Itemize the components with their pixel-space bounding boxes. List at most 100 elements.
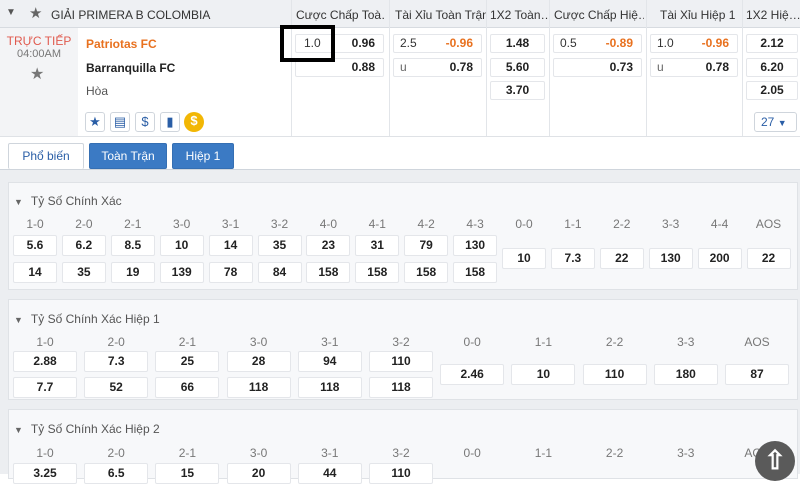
away-team[interactable]: Barranquilla FC <box>86 61 175 75</box>
odds-cell[interactable]: 110 <box>582 364 647 385</box>
score-label: 3-1 <box>321 446 339 460</box>
league-name: GIẢI PRIMERA B COLOMBIA <box>51 8 211 22</box>
score-label: 2-0 <box>107 335 125 349</box>
home-team[interactable]: Patriotas FC <box>86 37 157 51</box>
odds-cell[interactable]: 66 <box>155 377 220 398</box>
score-label: 3-2 <box>270 217 289 231</box>
collapse-chevron-icon[interactable]: ▼ <box>6 8 16 18</box>
odds-cell[interactable]: 6.2 <box>61 235 106 256</box>
score-label: 1-0 <box>26 217 44 231</box>
odds-cell[interactable]: 7.3 <box>550 248 595 269</box>
h1-over-odds[interactable]: 1.0 -0.96 <box>650 34 738 53</box>
odds-cell[interactable]: 28 <box>226 351 291 372</box>
odds-cell[interactable]: 8.5 <box>110 235 155 256</box>
odds-cell[interactable]: 23 <box>306 235 351 256</box>
odds-cell[interactable]: 139 <box>159 262 204 283</box>
odds-cell[interactable]: 158 <box>453 262 498 283</box>
highlight-box <box>280 25 335 62</box>
odds-dollar-icon[interactable]: $ <box>135 112 155 132</box>
ft-1x2-draw[interactable]: 3.70 <box>490 81 545 100</box>
bar-chart-icon[interactable]: ▮ <box>160 112 180 132</box>
odds-cell[interactable]: 158 <box>404 262 449 283</box>
odds-cell[interactable]: 180 <box>653 364 718 385</box>
ft-under-odds[interactable]: u 0.78 <box>393 58 482 77</box>
odds-cell[interactable]: 10 <box>502 248 546 269</box>
score-label: AOS <box>744 335 770 349</box>
odds-cell[interactable]: 35 <box>61 262 106 283</box>
odds-cell[interactable]: 25 <box>155 351 220 372</box>
score-label: 4-0 <box>319 217 338 231</box>
score-label: 3-2 <box>392 335 410 349</box>
odds-cell[interactable]: 52 <box>84 377 149 398</box>
h1-1x2-draw[interactable]: 2.05 <box>746 81 798 100</box>
score-label: 3-0 <box>249 446 268 460</box>
score-label: 3-3 <box>677 446 695 460</box>
score-label: 0-0 <box>463 335 481 349</box>
tab-first-half[interactable]: Hiệp 1 <box>172 143 234 169</box>
odds-cell[interactable]: 22 <box>599 248 644 269</box>
col-ft-handicap: Cược Chấp Toà… <box>296 8 384 22</box>
statistics-list-icon[interactable]: ▤ <box>110 112 130 132</box>
col-h1-over-under: Tài Xỉu Hiệp 1 <box>660 8 736 22</box>
odds-cell[interactable]: 19 <box>110 262 155 283</box>
tab-popular[interactable]: Phổ biến <box>8 143 84 169</box>
odds-cell[interactable]: 94 <box>297 351 362 372</box>
section-title-correct-score-h2[interactable]: ▼ Tỷ Số Chính Xác Hiệp 2 <box>14 422 160 436</box>
odds-cell[interactable]: 158 <box>355 262 400 283</box>
league-header: ▼ ★ GIẢI PRIMERA B COLOMBIA Cược Chấp To… <box>0 0 800 28</box>
odds-cell[interactable]: 78 <box>208 262 253 283</box>
odds-cell[interactable]: 10 <box>511 364 576 385</box>
chevron-down-icon: ▼ <box>14 197 23 207</box>
score-label: 3-1 <box>221 217 240 231</box>
odds-cell[interactable]: 7.7 <box>13 377 77 398</box>
h1-under-odds[interactable]: u 0.78 <box>650 58 738 77</box>
score-label: 1-0 <box>36 335 54 349</box>
score-label: AOS <box>755 217 782 231</box>
odds-cell[interactable]: 31 <box>355 235 400 256</box>
scroll-to-top-icon[interactable]: ⇧ <box>755 441 795 481</box>
odds-cell[interactable]: 130 <box>648 248 693 269</box>
odds-cell[interactable]: 79 <box>404 235 449 256</box>
score-label: 2-2 <box>605 335 624 349</box>
cashout-coin-icon[interactable]: $ <box>184 112 204 132</box>
h1-hdp-away-odds[interactable]: 0.73 <box>553 58 642 77</box>
odds-cell[interactable]: 130 <box>453 235 498 256</box>
h1-1x2-away[interactable]: 6.20 <box>746 58 798 77</box>
favorite-star-button-icon[interactable]: ★ <box>85 112 105 132</box>
odds-cell[interactable]: 118 <box>226 377 291 398</box>
score-label: 4-2 <box>417 217 435 231</box>
h1-hdp-home-odds[interactable]: 0.5 -0.89 <box>553 34 642 53</box>
odds-cell[interactable]: 118 <box>297 377 362 398</box>
score-label: 3-1 <box>321 335 339 349</box>
odds-cell[interactable]: 35 <box>257 235 302 256</box>
section-title-correct-score[interactable]: ▼ Tỷ Số Chính Xác <box>14 194 122 208</box>
ft-over-odds[interactable]: 2.5 -0.96 <box>393 34 482 53</box>
odds-cell[interactable]: 5.6 <box>13 235 57 256</box>
odds-cell[interactable]: 14 <box>208 235 253 256</box>
tab-full-match[interactable]: Toàn Trận <box>89 143 167 169</box>
ft-1x2-away[interactable]: 5.60 <box>490 58 545 77</box>
col-h1-1x2: 1X2 Hiệ… <box>746 8 800 22</box>
h1-1x2-home[interactable]: 2.12 <box>746 34 798 53</box>
odds-cell[interactable]: 200 <box>697 248 742 269</box>
draw-label: Hòa <box>86 84 109 98</box>
match-star-icon[interactable]: ★ <box>30 64 44 84</box>
odds-cell[interactable]: 118 <box>369 377 433 398</box>
odds-cell[interactable]: 110 <box>369 351 433 372</box>
odds-cell[interactable]: 22 <box>746 248 791 269</box>
section-title-correct-score-h1[interactable]: ▼ Tỷ Số Chính Xác Hiệp 1 <box>14 312 160 326</box>
odds-cell[interactable]: 158 <box>306 262 351 283</box>
odds-cell[interactable]: 2.88 <box>13 351 77 372</box>
score-label: 3-3 <box>662 217 680 231</box>
odds-cell[interactable]: 10 <box>159 235 204 256</box>
odds-cell[interactable]: 7.3 <box>84 351 149 372</box>
favorite-star-icon[interactable]: ★ <box>29 5 42 22</box>
odds-cell[interactable]: 84 <box>257 262 302 283</box>
odds-cell[interactable]: 87 <box>725 364 789 385</box>
more-markets-button[interactable]: 27 ▼ <box>754 112 797 132</box>
score-label: 4-4 <box>710 217 729 231</box>
score-label: 1-1 <box>564 217 582 231</box>
ft-1x2-home[interactable]: 1.48 <box>490 34 545 53</box>
odds-cell[interactable]: 2.46 <box>440 364 505 385</box>
odds-cell[interactable]: 14 <box>13 262 57 283</box>
